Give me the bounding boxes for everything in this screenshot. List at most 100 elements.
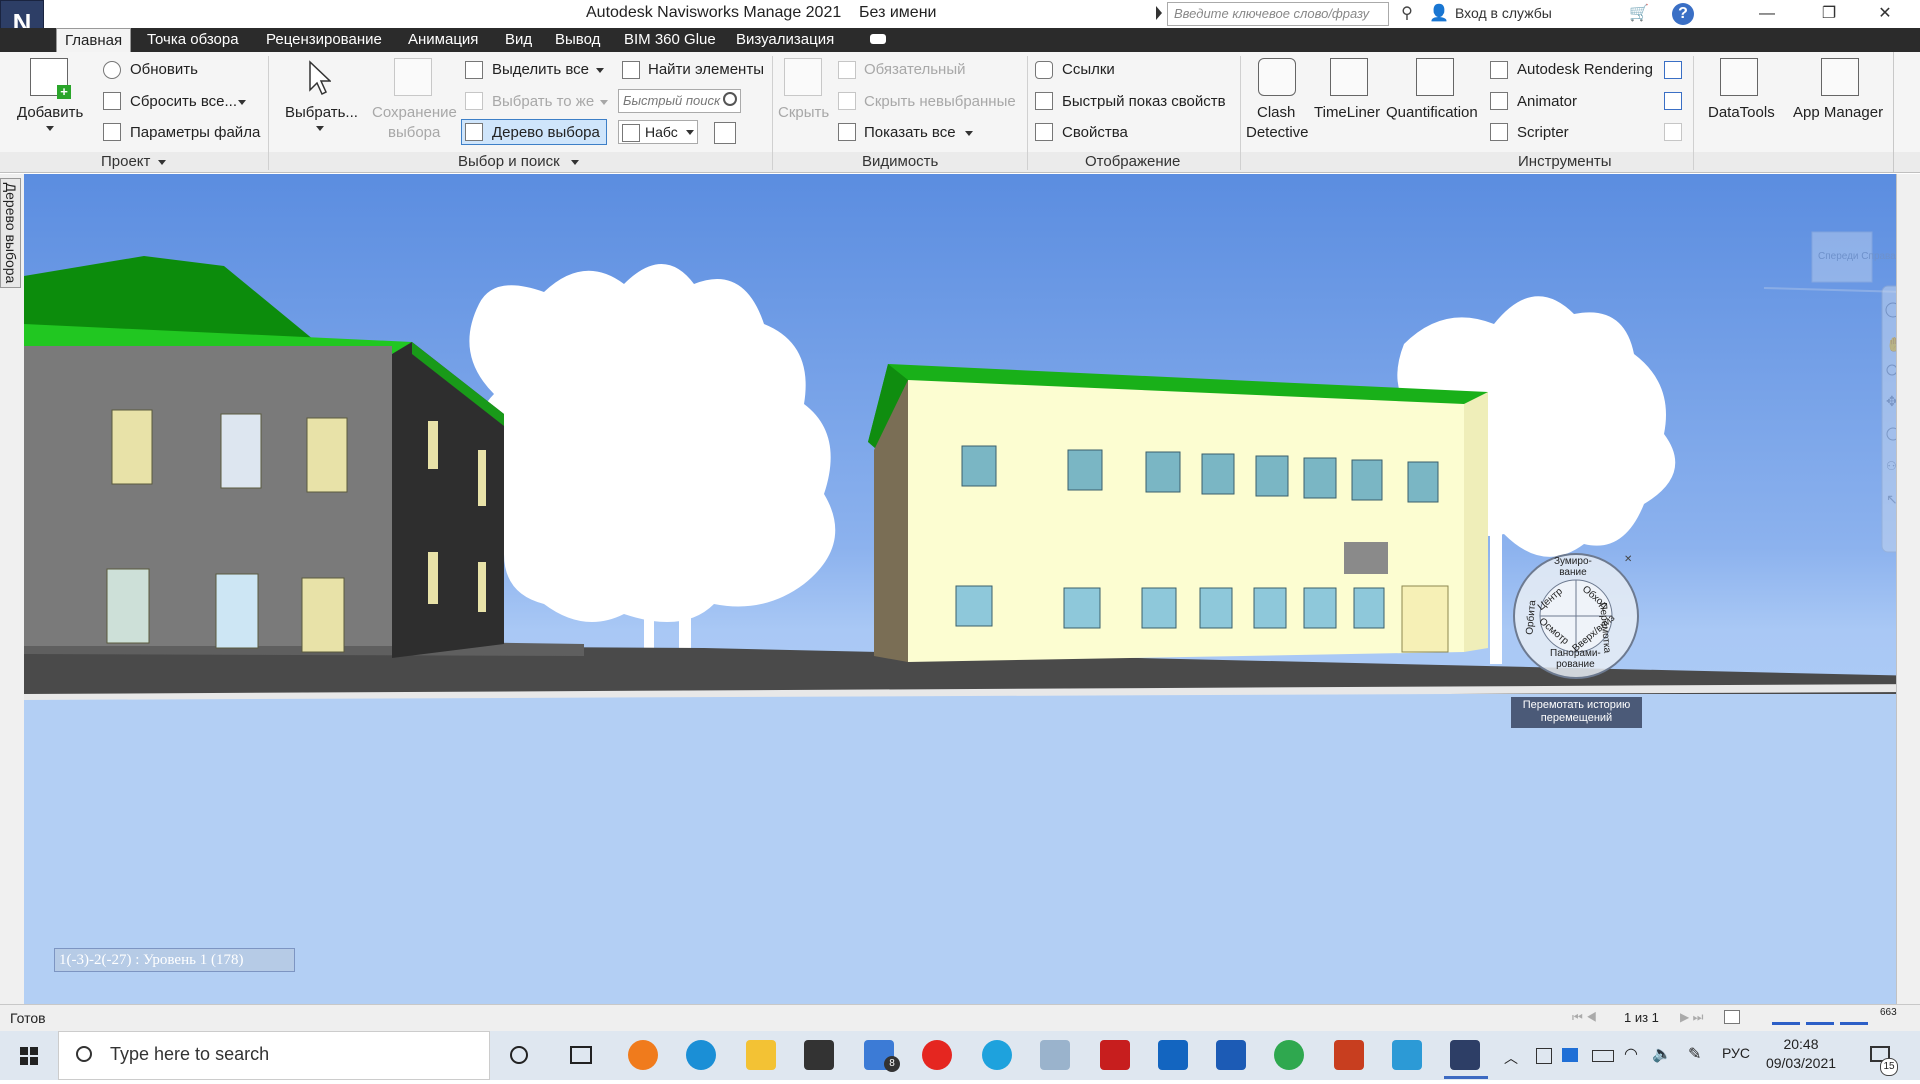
battery-icon[interactable] [1592, 1050, 1614, 1062]
links-button[interactable]: Ссылки [1062, 61, 1115, 78]
add-dropdown-icon[interactable] [46, 126, 54, 131]
skype-icon[interactable] [982, 1040, 1012, 1070]
timeliner-button[interactable]: TimeLiner [1314, 104, 1380, 121]
tab-view[interactable]: Вид [497, 28, 540, 52]
tab-animation[interactable]: Анимация [400, 28, 486, 52]
wheel-zoom[interactable]: Зумиро- вание [1554, 556, 1592, 578]
hide-button[interactable]: Скрыть [778, 104, 829, 121]
appearance-profiler-icon[interactable] [1664, 61, 1682, 79]
scripter-button[interactable]: Scripter [1517, 124, 1569, 141]
tray-chevron-icon[interactable]: ︿ [1504, 1048, 1518, 1068]
remote-desktop-icon[interactable] [1392, 1040, 1422, 1070]
panel-divider [1893, 52, 1894, 172]
tab-viewpoint[interactable]: Точка обзора [139, 28, 247, 52]
tray-app-icon[interactable] [1536, 1048, 1552, 1064]
panel-title-project[interactable]: Проект [101, 153, 150, 170]
outlook-icon[interactable] [1158, 1040, 1188, 1070]
help-search-input[interactable]: Введите ключевое слово/фразу [1167, 2, 1389, 26]
app-manager-button[interactable]: App Manager [1793, 104, 1883, 121]
tab-home[interactable]: Главная [56, 28, 132, 52]
restore-button[interactable]: ❐ [1806, 0, 1852, 28]
first-page-icon[interactable]: ⏮ ◀ [1572, 1010, 1597, 1025]
sets-icon [622, 124, 640, 142]
find-items-button[interactable]: Найти элементы [648, 61, 764, 78]
select-same-button[interactable]: Выбрать то же [492, 93, 594, 110]
datatools-icon [1720, 58, 1758, 96]
powerpoint-icon[interactable] [1334, 1040, 1364, 1070]
pen-icon[interactable]: ✎ [1688, 1044, 1701, 1064]
select-panel-expand-icon[interactable] [571, 160, 579, 165]
wifi-icon[interactable]: ◠ [1624, 1044, 1638, 1064]
compare-icon[interactable] [1664, 123, 1682, 141]
project-panel-expand-icon[interactable] [158, 160, 166, 165]
unhide-all-button[interactable]: Показать все [864, 124, 956, 141]
next-page-icon[interactable]: ▶ ⏭ [1680, 1010, 1703, 1025]
select-all-dropdown-icon[interactable] [596, 68, 604, 73]
add-file-icon[interactable]: + [30, 58, 71, 99]
input-language[interactable]: РУС [1722, 1045, 1750, 1061]
select-same-dropdown-icon[interactable] [600, 100, 608, 105]
select-dropdown-icon[interactable] [316, 126, 324, 131]
properties-button[interactable]: Свойства [1062, 124, 1128, 141]
unhide-all-dropdown-icon[interactable] [965, 131, 973, 136]
manage-sets-icon[interactable] [714, 122, 736, 144]
3d-viewport[interactable]: Спереди Справа ✋ ✥ ⚇ ↖ ✕ Зумиро- вание Ц… [24, 174, 1920, 1004]
quantification-button[interactable]: Quantification [1386, 104, 1478, 121]
file-options-button[interactable]: Параметры файла [130, 124, 260, 141]
quick-properties-button[interactable]: Быстрый показ свойств [1062, 93, 1226, 110]
cortana-icon[interactable] [510, 1046, 528, 1064]
clash-detective-label-2[interactable]: Detective [1246, 124, 1309, 141]
store-icon[interactable] [804, 1040, 834, 1070]
panel-title-select[interactable]: Выбор и поиск [458, 153, 560, 170]
reset-dropdown-icon[interactable] [238, 100, 246, 105]
acrobat-icon[interactable] [1100, 1040, 1130, 1070]
dropbox-icon[interactable] [1562, 1048, 1578, 1062]
refresh-icon [103, 61, 121, 79]
word-icon[interactable] [1216, 1040, 1246, 1070]
photos-icon[interactable] [1040, 1040, 1070, 1070]
add-button[interactable]: Добавить [17, 104, 83, 121]
close-button[interactable]: ✕ [1862, 0, 1908, 28]
save-selection-label-1[interactable]: Сохранение [372, 104, 457, 121]
help-icon[interactable]: ? [1672, 3, 1694, 25]
save-selection-label-2[interactable]: выбора [388, 124, 440, 141]
tab-review[interactable]: Рецензирование [258, 28, 390, 52]
animator-button[interactable]: Animator [1517, 93, 1577, 110]
select-button[interactable]: Выбрать... [285, 104, 358, 121]
sheet-browser-icon[interactable] [1724, 1010, 1740, 1024]
binoculars-icon[interactable]: ⚲ [1396, 3, 1418, 25]
camera-icon[interactable] [870, 34, 886, 44]
search-expand-icon[interactable] [1156, 6, 1162, 20]
volume-icon[interactable]: 🔈 [1652, 1044, 1672, 1064]
edge-icon[interactable] [686, 1040, 716, 1070]
wheel-pan[interactable]: Панорами- рование [1550, 648, 1601, 670]
clash-detective-label-1[interactable]: Clash [1257, 104, 1295, 121]
minimize-button[interactable]: — [1744, 0, 1790, 28]
task-view-icon[interactable] [570, 1046, 592, 1064]
tab-output[interactable]: Вывод [547, 28, 608, 52]
hide-unselected-button[interactable]: Скрыть невыбранные [864, 93, 1016, 110]
sets-dropdown-icon[interactable] [686, 130, 694, 135]
clock[interactable]: 20:48 09/03/2021 [1762, 1035, 1840, 1073]
refresh-button[interactable]: Обновить [130, 61, 198, 78]
required-button[interactable]: Обязательный [864, 61, 966, 78]
navisworks-taskbar-icon[interactable] [1450, 1040, 1480, 1070]
yandex-icon[interactable] [922, 1040, 952, 1070]
file-explorer-icon[interactable] [746, 1040, 776, 1070]
autodesk-rendering-button[interactable]: Autodesk Rendering [1517, 61, 1653, 78]
batch-utility-icon[interactable] [1664, 92, 1682, 110]
quick-find-search-icon[interactable] [723, 92, 737, 106]
firefox-icon[interactable] [628, 1040, 658, 1070]
select-cursor-icon [305, 60, 332, 96]
reset-all-button[interactable]: Сбросить все... [130, 93, 237, 110]
select-all-button[interactable]: Выделить все [492, 61, 589, 78]
cart-icon[interactable]: 🛒 [1628, 3, 1650, 25]
tab-bim360[interactable]: BIM 360 Glue [616, 28, 724, 52]
signin-button[interactable]: Вход в службы [1455, 5, 1552, 21]
datatools-button[interactable]: DataTools [1708, 104, 1775, 121]
svg-text:Спереди Справа: Спереди Справа [1818, 251, 1896, 262]
tab-render[interactable]: Визуализация [728, 28, 842, 52]
window-title: Autodesk Navisworks Manage 2021 Без имен… [586, 4, 937, 21]
chrome-icon[interactable] [1274, 1040, 1304, 1070]
start-button[interactable] [0, 1031, 58, 1080]
